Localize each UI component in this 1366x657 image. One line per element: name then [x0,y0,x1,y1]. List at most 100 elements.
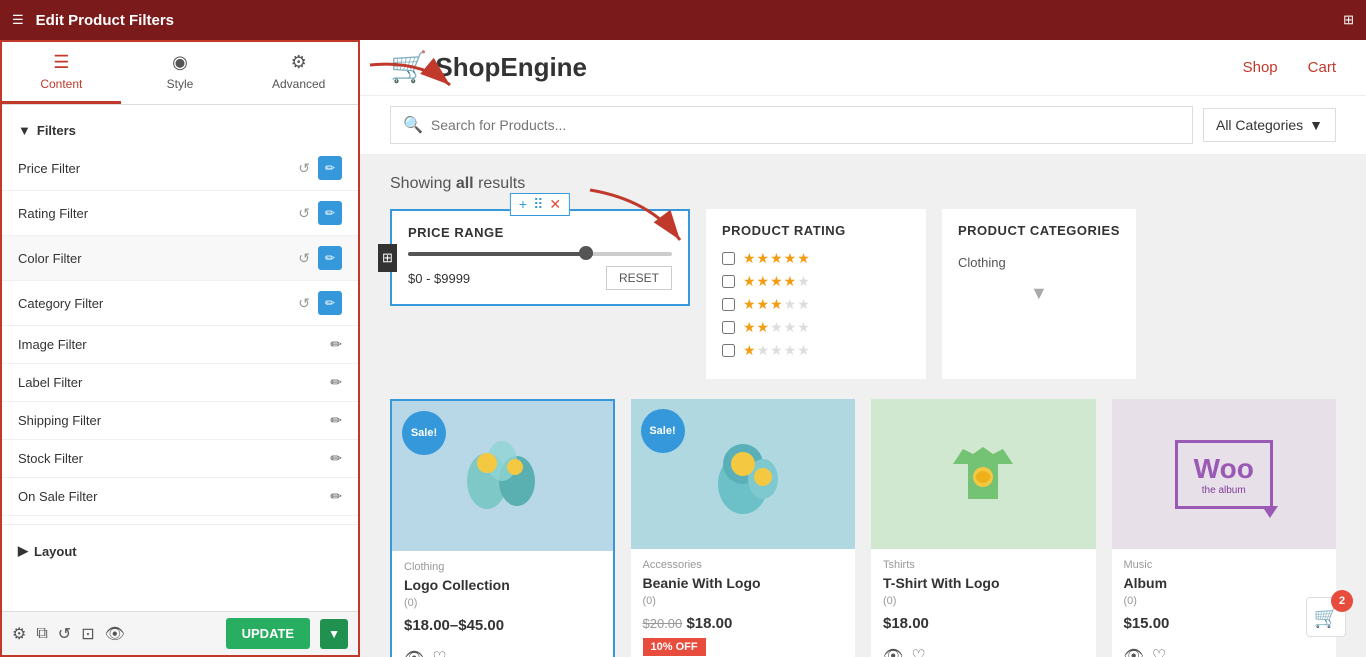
price-slider[interactable] [408,252,672,256]
wishlist-icon-4[interactable]: ♡ [1152,646,1166,657]
update-dropdown-button[interactable]: ▼ [320,619,348,649]
filter-actions-label: ✏ [330,374,342,391]
grid-icon[interactable]: ⊞ [1343,12,1354,28]
product-name-3: T-Shirt With Logo [871,573,1096,593]
price-reset-button[interactable]: RESET [606,266,672,290]
history-icon[interactable]: ↺ [58,624,71,644]
filter-item-shipping[interactable]: Shipping Filter ✏ [2,402,358,440]
edit-icon-category[interactable]: ✏ [318,291,342,315]
reset-icon-rating[interactable]: ↺ [298,205,310,222]
filter-item-rating[interactable]: Rating Filter ↺ ✏ [2,191,358,236]
filter-item-image[interactable]: Image Filter ✏ [2,326,358,364]
price-slider-thumb[interactable] [579,246,593,260]
filter-item-price[interactable]: Price Filter ↺ ✏ [2,146,358,191]
reset-icon-category[interactable]: ↺ [298,295,310,312]
filter-actions-image: ✏ [330,336,342,353]
preview-icon[interactable]: 👁 [105,624,125,644]
widget-side-handle[interactable]: ⊞ [378,244,397,272]
stars-4: ★★★★★ [743,273,811,290]
layers-icon[interactable]: ⧉ [36,625,47,643]
product-reviews-1: (0) [392,595,613,611]
filter-label-rating: Rating Filter [18,206,298,221]
products-area: Showing all results + ⠿ ✕ ⊞ PRICE RANGE [360,155,1366,657]
widget-close-icon[interactable]: ✕ [549,196,561,213]
filters-section-header[interactable]: ▼ Filters [2,115,358,146]
rating-checkbox-5[interactable] [722,252,735,265]
view-icon-4[interactable]: 👁 [1124,646,1144,657]
price-range-widget: + ⠿ ✕ ⊞ PRICE RANGE $0 - $9999 RESET [390,209,690,306]
wishlist-icon-1[interactable]: ♡ [432,648,446,657]
tab-style[interactable]: ◉ Style [121,42,240,104]
product-reviews-3: (0) [871,593,1096,609]
product-card-1: Sale! Clothing Logo Collection (0) $18.0… [390,399,615,657]
category-label: All Categories [1216,117,1303,133]
edit-icon-stock[interactable]: ✏ [330,450,342,467]
nav-shop-link[interactable]: Shop [1243,59,1278,76]
showing-results: Showing all results [390,175,1336,193]
reset-icon-price[interactable]: ↺ [298,160,310,177]
edit-icon-color[interactable]: ✏ [318,246,342,270]
rating-checkbox-1[interactable] [722,344,735,357]
search-input[interactable] [431,117,1180,133]
product-price-current-2: $18.00 [686,615,732,632]
nav-cart-link[interactable]: Cart [1308,59,1336,76]
tab-content[interactable]: ☰ Content [2,42,121,104]
product-category-3: Tshirts [871,549,1096,573]
update-button[interactable]: UPDATE [226,618,310,649]
filter-label-label: Label Filter [18,375,330,390]
product-price-original-2: $20.00 [643,616,683,631]
view-icon-1[interactable]: 👁 [404,648,424,657]
edit-icon-price[interactable]: ✏ [318,156,342,180]
edit-icon-rating[interactable]: ✏ [318,201,342,225]
filter-actions-rating: ↺ ✏ [298,201,342,225]
product-svg-3 [938,429,1028,519]
widget-plus-icon[interactable]: + [519,196,527,213]
filter-item-category[interactable]: Category Filter ↺ ✏ [2,281,358,326]
filter-label-image: Image Filter [18,337,330,352]
filter-item-stock[interactable]: Stock Filter ✏ [2,440,358,478]
tab-advanced[interactable]: ⚙ Advanced [239,42,358,104]
widget-drag-icon[interactable]: ⠿ [533,196,543,213]
tabs-bar: ☰ Content ◉ Style ⚙ Advanced [2,42,358,105]
tab-content-label: Content [40,77,82,91]
filter-actions-shipping: ✏ [330,412,342,429]
filter-item-onsale[interactable]: On Sale Filter ✏ [2,478,358,516]
rating-checkbox-4[interactable] [722,275,735,288]
categories-widget-title: PRODUCT CATEGORIES [958,223,1120,238]
layout-section-header[interactable]: ▶ Layout [2,533,358,569]
filter-actions-color: ↺ ✏ [298,246,342,270]
product-image-4: Woo the album [1112,399,1337,549]
style-tab-icon: ◉ [172,52,188,73]
product-price-1: $18.00–$45.00 [392,611,613,640]
product-card-4: Woo the album Music Album (0) $15.00 👁 ♡ [1112,399,1337,657]
edit-icon-onsale[interactable]: ✏ [330,488,342,505]
shop-header: 🛒 ShopEngine Shop Cart [360,40,1366,96]
rating-checkbox-3[interactable] [722,298,735,311]
filter-item-label[interactable]: Label Filter ✏ [2,364,358,402]
reset-icon-color[interactable]: ↺ [298,250,310,267]
hamburger-icon[interactable]: ☰ [12,12,24,28]
edit-icon-label[interactable]: ✏ [330,374,342,391]
settings-icon[interactable]: ⚙ [12,624,26,644]
left-panel: ☰ Content ◉ Style ⚙ Advanced ▼ Filters P… [0,40,360,657]
content-tab-icon: ☰ [53,52,69,73]
filter-label-color: Color Filter [18,251,298,266]
categories-expand-icon[interactable]: ▼ [1030,283,1048,304]
filter-item-color[interactable]: Color Filter ↺ ✏ [2,236,358,281]
category-dropdown[interactable]: All Categories ▼ [1203,108,1336,142]
product-price-4: $15.00 [1112,609,1337,638]
rating-row-4: ★★★★★ [722,273,910,290]
wishlist-icon-3[interactable]: ♡ [911,646,925,657]
rating-row-2: ★★★★★ [722,319,910,336]
rating-checkbox-2[interactable] [722,321,735,334]
product-name-2: Beanie With Logo [631,573,856,593]
responsive-icon[interactable]: ⊡ [81,624,94,644]
product-svg-1 [457,431,547,521]
edit-icon-image[interactable]: ✏ [330,336,342,353]
view-icon-3[interactable]: 👁 [883,646,903,657]
category-item-clothing[interactable]: Clothing [958,250,1120,275]
page-title: Edit Product Filters [36,12,1331,29]
edit-icon-shipping[interactable]: ✏ [330,412,342,429]
tab-advanced-label: Advanced [272,77,325,91]
cart-icon-wrap[interactable]: 🛒 2 [1306,597,1346,637]
